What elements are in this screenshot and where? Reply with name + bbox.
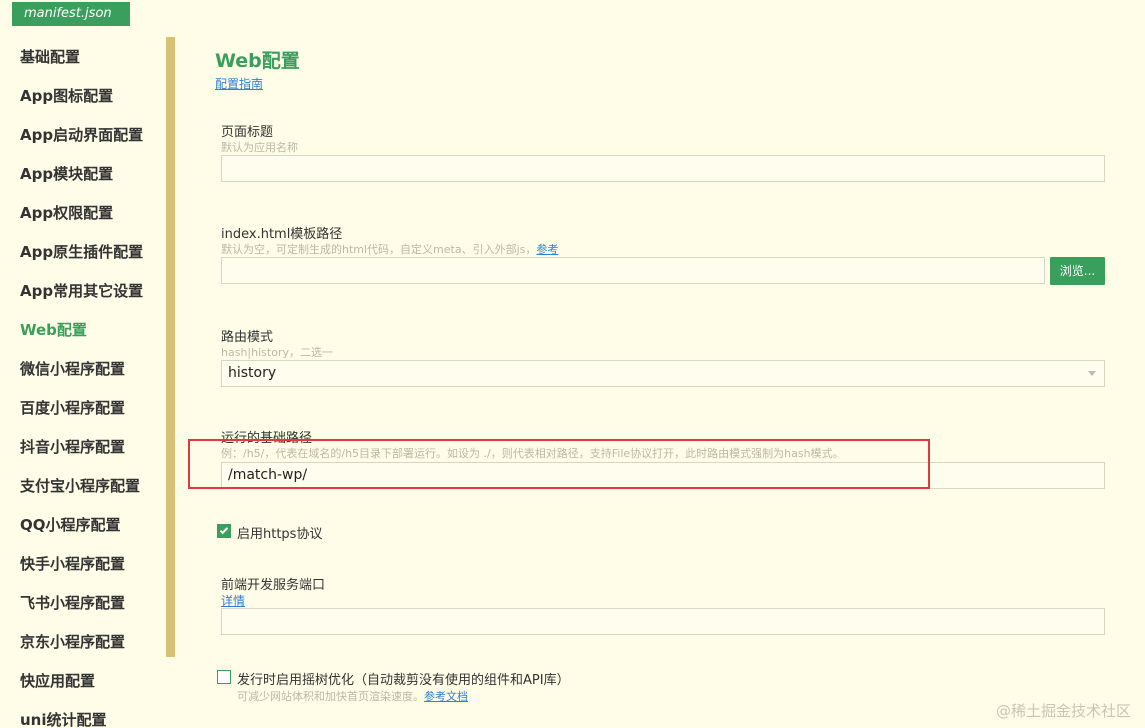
browse-button[interactable]: 浏览... xyxy=(1050,257,1105,285)
sidebar-item-app-splash[interactable]: App启动界面配置 xyxy=(20,116,165,155)
sidebar-item-app-other[interactable]: App常用其它设置 xyxy=(20,272,165,311)
sidebar: 基础配置 App图标配置 App启动界面配置 App模块配置 App权限配置 A… xyxy=(0,36,170,728)
sidebar-item-jd[interactable]: 京东小程序配置 xyxy=(20,623,165,662)
sidebar-item-app-icon[interactable]: App图标配置 xyxy=(20,77,165,116)
dev-port-input[interactable] xyxy=(221,608,1105,635)
treeshake-checkbox-label: 发行时启用摇树优化（自动裁剪没有使用的组件和API库） xyxy=(237,673,570,688)
page-title: Web配置 xyxy=(215,50,300,72)
dev-port-link-wrap: 详情 xyxy=(221,592,245,609)
annotation-highlight-box xyxy=(188,439,930,489)
page-title-input[interactable] xyxy=(221,155,1105,182)
editor-root: manifest.json 基础配置 App图标配置 App启动界面配置 App… xyxy=(0,0,1145,728)
template-path-hint: 默认为空，可定制生成的html代码，自定义meta、引入外部js，参考 xyxy=(221,241,558,257)
sidebar-item-app-native-plugins[interactable]: App原生插件配置 xyxy=(20,233,165,272)
chevron-down-icon xyxy=(1088,371,1096,376)
page-title-field-hint: 默认为应用名称 xyxy=(221,141,298,154)
template-reference-link[interactable]: 参考 xyxy=(536,243,558,256)
treeshake-hint-text: 可减少网站体积和加快首页渲染速度。 xyxy=(237,690,424,703)
router-mode-label: 路由模式 xyxy=(221,330,274,345)
config-guide-link[interactable]: 配置指南 xyxy=(215,75,263,92)
sidebar-item-wechat[interactable]: 微信小程序配置 xyxy=(20,350,165,389)
router-mode-select[interactable]: history xyxy=(221,360,1105,387)
sidebar-scroll-rail[interactable] xyxy=(166,37,175,657)
sidebar-item-app-permissions[interactable]: App权限配置 xyxy=(20,194,165,233)
sidebar-item-web[interactable]: Web配置 xyxy=(20,311,165,350)
https-checkbox[interactable] xyxy=(217,524,231,538)
dev-port-details-link[interactable]: 详情 xyxy=(221,594,245,608)
treeshake-hint: 可减少网站体积和加快首页渲染速度。参考文档 xyxy=(237,688,468,704)
sidebar-item-basic[interactable]: 基础配置 xyxy=(20,38,165,77)
check-icon xyxy=(219,525,229,535)
tab-manifest-json[interactable]: manifest.json xyxy=(12,2,130,26)
https-checkbox-label: 启用https协议 xyxy=(237,527,323,542)
router-mode-hint: hash|history，二选一 xyxy=(221,346,333,359)
page-title-field-label: 页面标题 xyxy=(221,125,274,140)
watermark: @稀土掘金技术社区 xyxy=(995,702,1131,720)
sidebar-item-app-modules[interactable]: App模块配置 xyxy=(20,155,165,194)
sidebar-item-qq[interactable]: QQ小程序配置 xyxy=(20,506,165,545)
sidebar-item-baidu[interactable]: 百度小程序配置 xyxy=(20,389,165,428)
template-path-input[interactable] xyxy=(221,257,1045,284)
treeshake-checkbox[interactable] xyxy=(217,670,231,684)
router-mode-selected-value: history xyxy=(228,365,277,381)
treeshake-reference-link[interactable]: 参考文档 xyxy=(424,690,468,703)
sidebar-item-quickapp[interactable]: 快应用配置 xyxy=(20,662,165,701)
template-path-label: index.html模板路径 xyxy=(221,227,343,242)
sidebar-item-douyin[interactable]: 抖音小程序配置 xyxy=(20,428,165,467)
sidebar-item-uni-stat[interactable]: uni统计配置 xyxy=(20,701,165,728)
sidebar-item-alipay[interactable]: 支付宝小程序配置 xyxy=(20,467,165,506)
template-path-hint-text: 默认为空，可定制生成的html代码，自定义meta、引入外部js， xyxy=(221,243,537,256)
main-panel: Web配置 配置指南 页面标题 默认为应用名称 index.html模板路径 默… xyxy=(175,0,1145,728)
sidebar-item-feishu[interactable]: 飞书小程序配置 xyxy=(20,584,165,623)
dev-port-label: 前端开发服务端口 xyxy=(221,578,326,593)
sidebar-item-kuaishou[interactable]: 快手小程序配置 xyxy=(20,545,165,584)
